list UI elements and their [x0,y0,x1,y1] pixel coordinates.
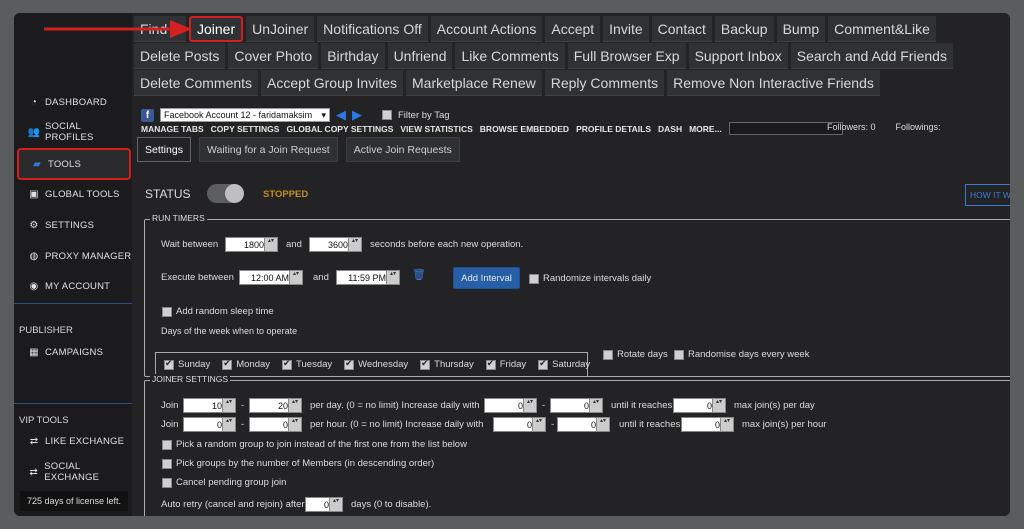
annotation-arrow [44,20,192,38]
arrow-head [170,20,192,38]
